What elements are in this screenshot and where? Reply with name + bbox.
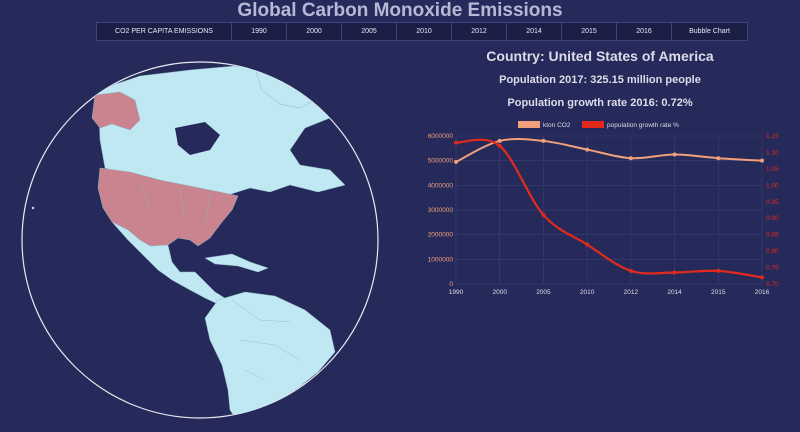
y-right-tick-label: 1.15 — [766, 133, 779, 140]
x-tick-label: 2016 — [755, 289, 770, 296]
y-right-tick-label: 0.80 — [766, 248, 779, 255]
y-left-tick-label: 3000000 — [428, 207, 454, 214]
y-right-tick-label: 0.70 — [766, 281, 779, 288]
chart-series — [454, 138, 764, 280]
data-point[interactable] — [541, 138, 546, 143]
nav-2005-button[interactable]: 2005 — [342, 23, 397, 40]
y-left-tick-label: 6000000 — [428, 133, 454, 140]
data-point[interactable] — [716, 268, 721, 273]
legend-label: population growth rate % — [607, 122, 679, 129]
globe-map[interactable] — [0, 40, 400, 427]
nav-2014-button[interactable]: 2014 — [507, 23, 562, 40]
country-iceland[interactable] — [347, 117, 367, 129]
nav-2000-button[interactable]: 2000 — [287, 23, 342, 40]
y-right-tick-label: 0.75 — [766, 265, 779, 272]
x-tick-label: 2000 — [492, 289, 507, 296]
data-point[interactable] — [585, 147, 590, 152]
y-right-tick-label: 1.10 — [766, 149, 779, 156]
data-point[interactable] — [760, 158, 764, 163]
y-right-tick-label: 0.90 — [766, 215, 779, 222]
globe-svg[interactable] — [0, 40, 400, 427]
x-tick-label: 1990 — [449, 289, 464, 296]
nav-bubble-chart-button[interactable]: Bubble Chart — [672, 23, 747, 40]
legend-swatch — [518, 121, 540, 128]
page-title: Global Carbon Monoxide Emissions — [237, 0, 563, 21]
nav-co2-per-capita-button[interactable]: CO2 PER CAPITA EMISSIONS — [97, 23, 232, 40]
nav-2010-button[interactable]: 2010 — [397, 23, 452, 40]
y-right-tick-label: 1.05 — [766, 166, 779, 173]
data-point[interactable] — [760, 275, 764, 280]
x-tick-label: 2012 — [624, 289, 639, 296]
legend-swatch — [582, 121, 604, 128]
y-right-tick-label: 0.95 — [766, 199, 779, 206]
data-point[interactable] — [497, 143, 502, 148]
series-line-1 — [455, 138, 763, 279]
x-tick-label: 2015 — [711, 289, 726, 296]
y-left-tick-label: 0 — [449, 281, 453, 288]
y-left-tick-label: 2000000 — [428, 232, 454, 239]
x-tick-label: 2014 — [667, 289, 682, 296]
data-point[interactable] — [454, 159, 458, 164]
x-tick-label: 2010 — [580, 289, 595, 296]
data-point[interactable] — [497, 138, 502, 143]
emissions-chart: kton CO2 population growth rate % 1990 200… — [420, 118, 800, 298]
series-line-0 — [455, 138, 763, 163]
nav-1990-button[interactable]: 1990 — [232, 23, 287, 40]
nav-2016-button[interactable]: 2016 — [617, 23, 672, 40]
island-marker — [31, 206, 35, 210]
chart-svg: kton CO2 population growth rate % 1990 200… — [428, 121, 779, 296]
legend-label: kton CO2 — [543, 122, 571, 129]
data-point[interactable] — [454, 140, 458, 145]
country-name: Country: United States of America — [486, 48, 714, 64]
year-navbar: CO2 PER CAPITA EMISSIONS 1990 2000 2005 … — [96, 22, 748, 41]
data-point[interactable] — [585, 242, 590, 247]
growth-rate-text: Population growth rate 2016: 0.72% — [507, 97, 693, 109]
data-point[interactable] — [716, 156, 721, 161]
y-right-tick-label: 0.85 — [766, 232, 779, 239]
y-left-tick-label: 1000000 — [428, 256, 454, 263]
nav-2012-button[interactable]: 2012 — [452, 23, 507, 40]
data-point[interactable] — [672, 152, 677, 157]
data-point[interactable] — [541, 212, 546, 217]
y-left-tick-label: 5000000 — [428, 158, 454, 165]
x-tick-label: 2005 — [536, 289, 551, 296]
chart-legend: kton CO2 population growth rate % — [518, 121, 679, 129]
data-point[interactable] — [672, 270, 677, 275]
data-point[interactable] — [628, 156, 633, 161]
y-right-tick-label: 1.00 — [766, 182, 779, 189]
data-point[interactable] — [628, 268, 633, 273]
population-text: Population 2017: 325.15 million people — [499, 74, 701, 86]
y-left-tick-label: 4000000 — [428, 182, 454, 189]
nav-2015-button[interactable]: 2015 — [562, 23, 617, 40]
